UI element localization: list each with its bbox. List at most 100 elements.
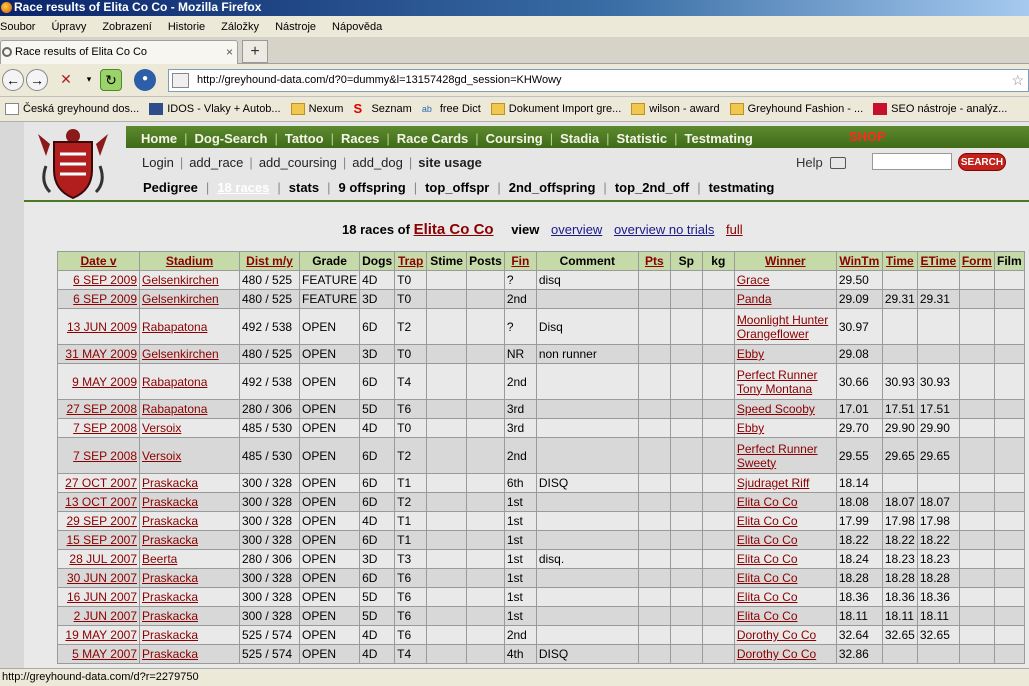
winner-link[interactable]: Elita Co Co bbox=[737, 571, 834, 585]
winner-link[interactable]: Elita Co Co bbox=[737, 533, 834, 547]
login-link[interactable]: Login bbox=[136, 155, 180, 170]
winner-link[interactable]: Ebby bbox=[737, 421, 834, 435]
race-date-link[interactable]: 31 MAY 2009 bbox=[65, 347, 137, 361]
dog-nav-top-offspr[interactable]: top_offspr bbox=[420, 180, 494, 195]
column-header[interactable]: Form bbox=[958, 251, 995, 271]
winner-link[interactable]: Speed Scooby bbox=[737, 402, 834, 416]
menu-historie[interactable]: Historie bbox=[160, 21, 213, 33]
dog-nav-stats[interactable]: stats bbox=[284, 180, 324, 195]
stop-button[interactable]: ✕ bbox=[55, 69, 77, 91]
nav-stadia[interactable]: Stadia bbox=[553, 131, 606, 146]
winner-link[interactable]: Elita Co Co bbox=[737, 609, 834, 623]
forward-button[interactable]: → bbox=[26, 69, 48, 91]
back-button[interactable]: ← bbox=[2, 69, 24, 91]
dropdown-arrow-icon[interactable]: ▾ bbox=[78, 69, 100, 91]
nav-races[interactable]: Races bbox=[334, 131, 386, 146]
stadium-link[interactable]: Gelsenkirchen bbox=[142, 347, 219, 361]
menu-zobrazeni[interactable]: Zobrazení bbox=[94, 21, 160, 33]
column-header[interactable]: Trap bbox=[394, 251, 428, 271]
winner-link[interactable]: Perfect Runner bbox=[737, 368, 834, 382]
stadium-link[interactable]: Versoix bbox=[142, 449, 181, 463]
race-date-link[interactable]: 6 SEP 2009 bbox=[73, 273, 137, 287]
add-dog-link[interactable]: add_dog bbox=[346, 155, 409, 170]
column-header[interactable]: Date v bbox=[57, 251, 140, 271]
race-date-link[interactable]: 7 SEP 2008 bbox=[73, 421, 137, 435]
column-header[interactable]: Time bbox=[881, 251, 918, 271]
winner-link[interactable]: Elita Co Co bbox=[737, 552, 834, 566]
view-overview-link[interactable]: overview bbox=[551, 222, 602, 237]
stadium-link[interactable]: Praskacka bbox=[142, 647, 198, 661]
stadium-link[interactable]: Praskacka bbox=[142, 628, 198, 642]
stadium-link[interactable]: Rabapatona bbox=[142, 402, 207, 416]
reload-button[interactable]: ↻ bbox=[100, 69, 122, 91]
stadium-link[interactable]: Praskacka bbox=[142, 609, 198, 623]
add-race-link[interactable]: add_race bbox=[183, 155, 249, 170]
winner-link[interactable]: Ebby bbox=[737, 347, 834, 361]
race-date-link[interactable]: 2 JUN 2007 bbox=[74, 609, 137, 623]
race-date-link[interactable]: 7 SEP 2008 bbox=[73, 449, 137, 463]
dog-name-link[interactable]: Elita Co Co bbox=[414, 221, 494, 238]
winner-link[interactable]: Perfect Runner bbox=[737, 442, 834, 456]
stadium-link[interactable]: Beerta bbox=[142, 552, 177, 566]
nav-statistic[interactable]: Statistic bbox=[610, 131, 675, 146]
race-date-link[interactable]: 13 JUN 2009 bbox=[67, 320, 137, 334]
column-header[interactable]: ETime bbox=[916, 251, 960, 271]
winner-link[interactable]: Grace bbox=[737, 273, 834, 287]
dog-nav-2nd-offspring[interactable]: 2nd_offspring bbox=[504, 180, 601, 195]
column-header[interactable]: Dist m/y bbox=[239, 251, 300, 271]
column-header[interactable]: Winner bbox=[733, 251, 837, 271]
winner-link[interactable]: Elita Co Co bbox=[737, 514, 834, 528]
site-search-input[interactable] bbox=[872, 153, 952, 170]
bookmark-item[interactable]: Česká greyhound dos... bbox=[0, 103, 144, 115]
dog-nav-offspring[interactable]: 9 offspring bbox=[334, 180, 411, 195]
column-header[interactable]: Fin bbox=[503, 251, 537, 271]
race-date-link[interactable]: 5 MAY 2007 bbox=[72, 647, 137, 661]
printer-icon[interactable] bbox=[830, 157, 846, 169]
nav-testmating[interactable]: Testmating bbox=[677, 131, 759, 146]
dog-nav-testmating[interactable]: testmating bbox=[704, 180, 780, 195]
race-date-link[interactable]: 29 SEP 2007 bbox=[66, 514, 137, 528]
winner-link[interactable]: Elita Co Co bbox=[737, 495, 834, 509]
race-date-link[interactable]: 30 JUN 2007 bbox=[67, 571, 137, 585]
race-date-link[interactable]: 19 MAY 2007 bbox=[65, 628, 137, 642]
bookmark-item[interactable]: Nexum bbox=[286, 103, 349, 115]
stadium-link[interactable]: Rabapatona bbox=[142, 375, 207, 389]
race-date-link[interactable]: 27 OCT 2007 bbox=[65, 476, 137, 490]
winner-link[interactable]: Orangeflower bbox=[737, 327, 834, 341]
stadium-link[interactable]: Praskacka bbox=[142, 495, 198, 509]
menu-soubor[interactable]: Soubor bbox=[0, 21, 43, 33]
stadium-link[interactable]: Praskacka bbox=[142, 533, 198, 547]
winner-link[interactable]: Dorothy Co Co bbox=[737, 647, 834, 661]
menu-nastroje[interactable]: Nástroje bbox=[267, 21, 324, 33]
stadium-link[interactable]: Praskacka bbox=[142, 476, 198, 490]
bookmark-item[interactable]: SEO nástroje - analýz... bbox=[868, 103, 1012, 115]
stadium-link[interactable]: Gelsenkirchen bbox=[142, 273, 219, 287]
bookmark-item[interactable]: Dokument Import gre... bbox=[486, 103, 627, 115]
site-usage-link[interactable]: site usage bbox=[412, 155, 482, 170]
winner-link[interactable]: Panda bbox=[737, 292, 834, 306]
nav-dog-search[interactable]: Dog-Search bbox=[188, 131, 275, 146]
winner-link[interactable]: Sweety bbox=[737, 456, 834, 470]
race-date-link[interactable]: 27 SEP 2008 bbox=[66, 402, 137, 416]
winner-link[interactable]: Dorothy Co Co bbox=[737, 628, 834, 642]
search-button[interactable]: SEARCH bbox=[958, 153, 1006, 171]
race-date-link[interactable]: 6 SEP 2009 bbox=[73, 292, 137, 306]
stadium-link[interactable]: Praskacka bbox=[142, 514, 198, 528]
winner-link[interactable]: Elita Co Co bbox=[737, 590, 834, 604]
column-header[interactable]: Stadium bbox=[139, 251, 240, 271]
add-coursing-link[interactable]: add_coursing bbox=[253, 155, 343, 170]
stadium-link[interactable]: Praskacka bbox=[142, 590, 198, 604]
stadium-link[interactable]: Gelsenkirchen bbox=[142, 292, 219, 306]
menu-upravy[interactable]: Úpravy bbox=[43, 21, 94, 33]
race-date-link[interactable]: 13 OCT 2007 bbox=[65, 495, 137, 509]
stadium-link[interactable]: Rabapatona bbox=[142, 320, 207, 334]
race-date-link[interactable]: 15 SEP 2007 bbox=[66, 533, 137, 547]
view-overview-no-trials-link[interactable]: overview no trials bbox=[614, 222, 714, 237]
help-link[interactable]: Help bbox=[796, 155, 823, 170]
winner-link[interactable]: Sjudraget Riff bbox=[737, 476, 834, 490]
new-tab-button[interactable]: + bbox=[242, 40, 268, 63]
nav-shop[interactable]: SHOP bbox=[842, 129, 893, 144]
bookmark-item[interactable]: ab free Dict bbox=[417, 103, 486, 115]
dog-nav-top-2nd-off[interactable]: top_2nd_off bbox=[610, 180, 694, 195]
nav-coursing[interactable]: Coursing bbox=[479, 131, 550, 146]
